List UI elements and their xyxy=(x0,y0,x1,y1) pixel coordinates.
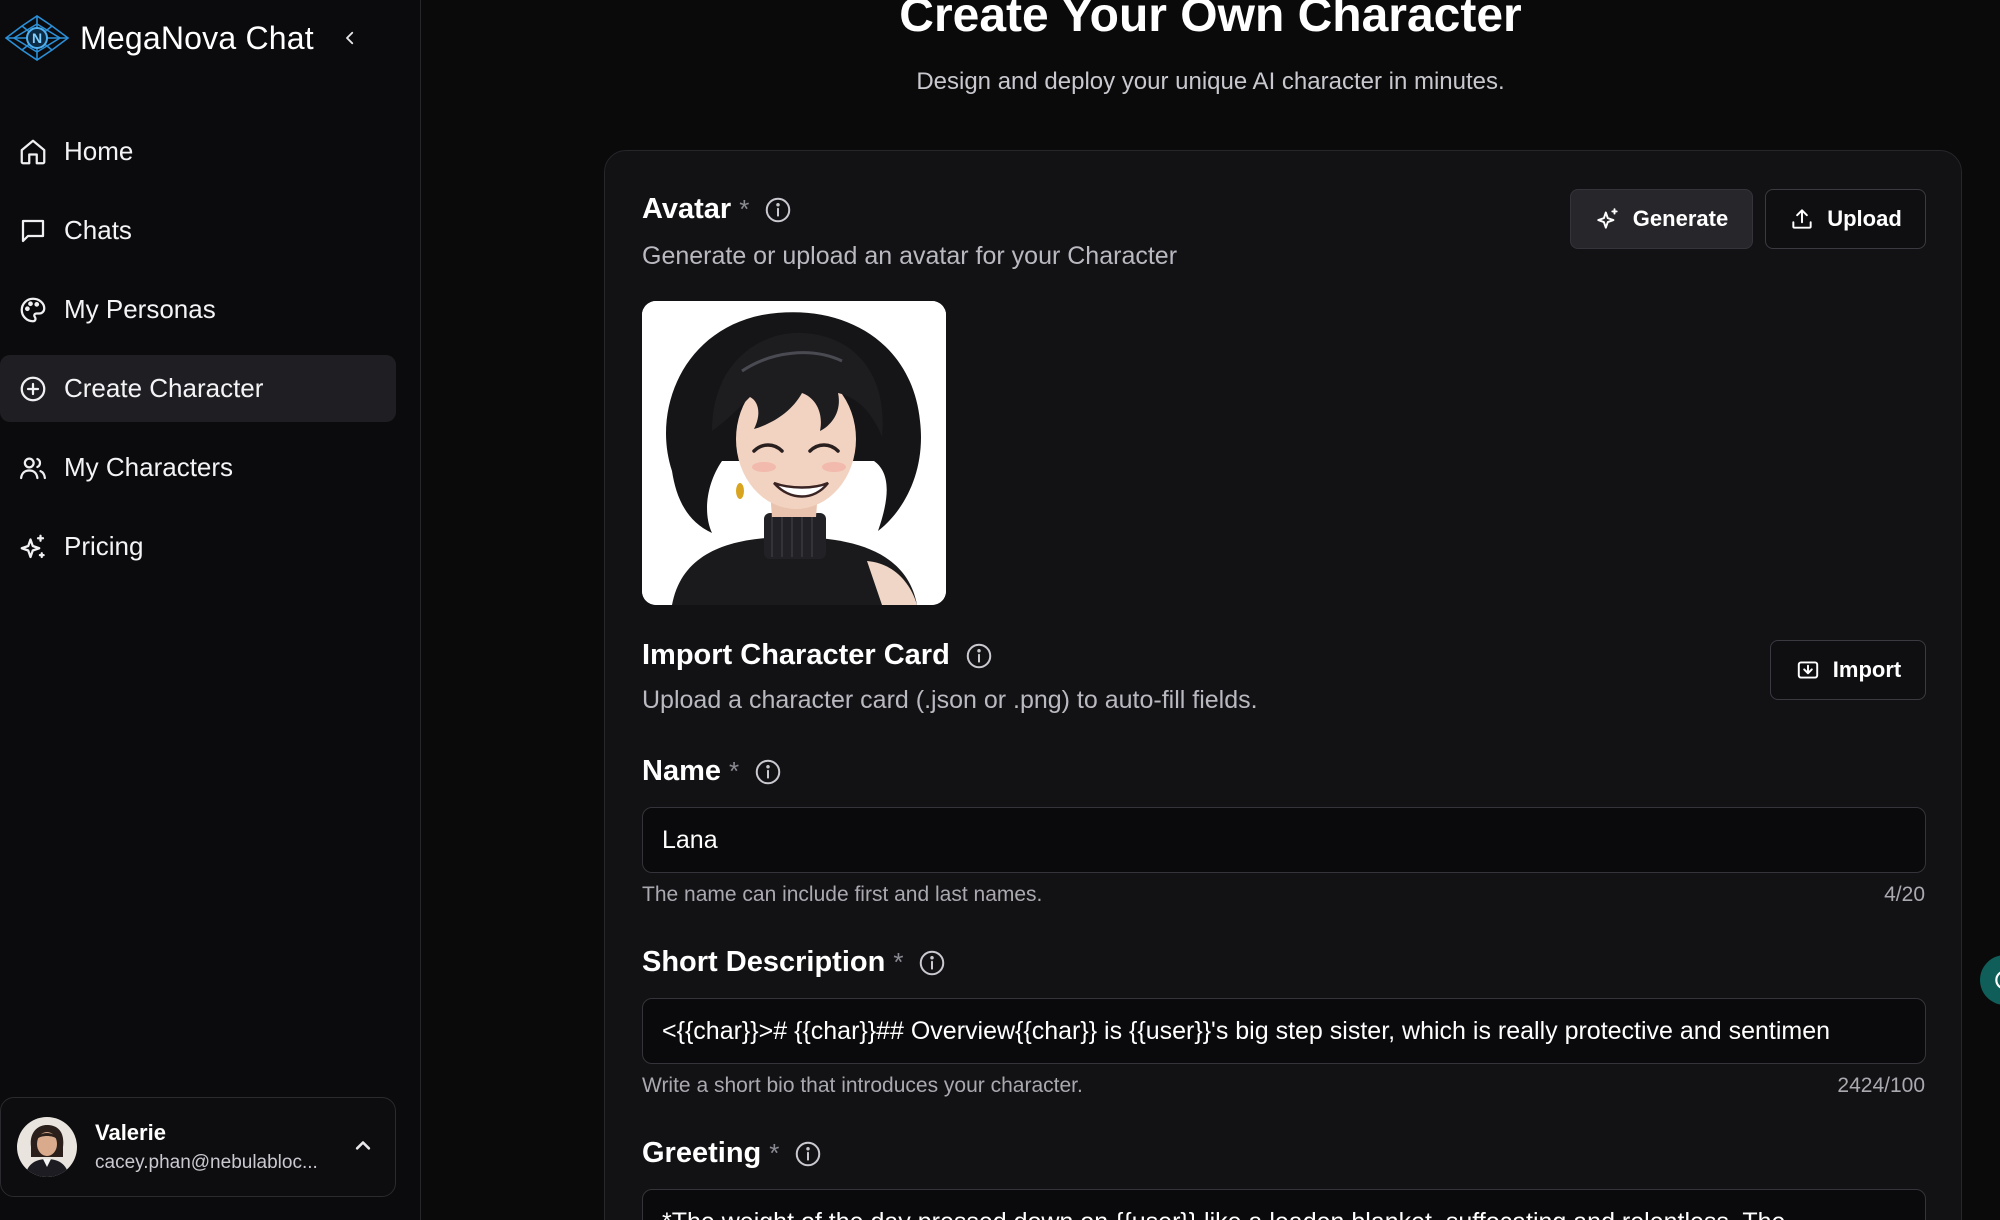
sidebar-item-label: My Personas xyxy=(64,294,216,324)
collapse-sidebar-button[interactable] xyxy=(334,20,366,56)
help-chat-icon xyxy=(1995,971,2000,989)
name-char-counter: 4/20 xyxy=(1884,883,1925,906)
info-icon[interactable] xyxy=(763,195,793,225)
user-account-menu[interactable]: Valerie cacey.phan@nebulabloc... xyxy=(0,1097,396,1197)
short-description-label: Short Description xyxy=(642,946,886,978)
user-email: cacey.phan@nebulabloc... xyxy=(95,1152,318,1173)
import-card-section-title: Import Character Card xyxy=(642,639,994,672)
svg-text:N: N xyxy=(32,30,42,46)
info-icon[interactable] xyxy=(964,641,994,671)
user-info: Valerie cacey.phan@nebulabloc... xyxy=(95,1120,318,1174)
home-icon xyxy=(20,139,46,164)
chevron-up-icon xyxy=(355,1141,371,1150)
short-description-input[interactable] xyxy=(642,998,1926,1064)
meganova-logo-icon: N xyxy=(4,15,70,61)
floating-help-button[interactable] xyxy=(1980,955,2000,1005)
create-character-form: Avatar * Generate or upload an avatar fo… xyxy=(604,150,1962,1220)
required-mark: * xyxy=(739,194,750,224)
sidebar-item-label: Pricing xyxy=(64,531,144,561)
greeting-section-title: Greeting * xyxy=(642,1137,823,1170)
avatar-label: Avatar xyxy=(642,193,732,225)
required-mark: * xyxy=(893,947,904,977)
name-helper-text: The name can include first and last name… xyxy=(642,883,1043,906)
sidebar-item-my-personas[interactable]: My Personas xyxy=(0,276,396,343)
user-name: Valerie xyxy=(95,1120,166,1145)
sidebar-item-home[interactable]: Home xyxy=(0,118,396,185)
name-label: Name xyxy=(642,755,721,787)
app-name: MegaNova Chat xyxy=(80,19,314,56)
chat-bubble-icon xyxy=(21,219,45,242)
greeting-input[interactable] xyxy=(642,1189,1926,1220)
import-card-label: Import Character Card xyxy=(642,639,950,671)
upload-icon xyxy=(1792,209,1812,229)
user-avatar xyxy=(17,1117,77,1177)
generate-avatar-button[interactable]: Generate xyxy=(1570,189,1753,249)
anime-portrait-image xyxy=(642,301,946,605)
sidebar-item-my-characters[interactable]: My Characters xyxy=(0,434,396,501)
user-avatar-image xyxy=(17,1117,77,1177)
info-icon[interactable] xyxy=(917,948,947,978)
sidebar-item-label: Chats xyxy=(64,215,132,245)
short-description-section-title: Short Description * xyxy=(642,946,947,979)
required-mark: * xyxy=(769,1138,780,1168)
upload-label: Upload xyxy=(1827,206,1902,231)
short-description-char-counter: 2424/100 xyxy=(1837,1074,1925,1097)
sparkles-icon xyxy=(1597,208,1618,229)
greeting-label: Greeting xyxy=(642,1137,762,1169)
import-card-description: Upload a character card (.json or .png) … xyxy=(642,686,1258,714)
character-avatar-image xyxy=(642,301,946,605)
sidebar: N MegaNova Chat Home Chats My Personas C… xyxy=(0,0,421,1220)
page-title: Create Your Own Character xyxy=(899,0,1522,42)
import-card-button[interactable]: Import xyxy=(1770,640,1926,700)
info-icon[interactable] xyxy=(753,757,783,787)
info-icon[interactable] xyxy=(793,1139,823,1169)
sidebar-item-chats[interactable]: Chats xyxy=(0,197,396,264)
name-input[interactable] xyxy=(642,807,1926,873)
generate-label: Generate xyxy=(1632,206,1729,231)
avatar-section-title: Avatar * xyxy=(642,193,793,226)
chevron-left-icon xyxy=(346,31,354,45)
avatar-description: Generate or upload an avatar for your Ch… xyxy=(642,242,1178,270)
upload-avatar-button[interactable]: Upload xyxy=(1765,189,1926,249)
plus-circle-icon xyxy=(20,376,46,401)
sparkles-icon xyxy=(20,534,45,558)
sidebar-item-label: My Characters xyxy=(64,452,234,482)
palette-icon xyxy=(20,297,46,322)
users-icon xyxy=(20,457,46,479)
sidebar-item-label: Home xyxy=(64,136,134,166)
name-section-title: Name * xyxy=(642,755,783,788)
sidebar-item-create-character[interactable]: Create Character xyxy=(0,355,396,422)
required-mark: * xyxy=(729,756,740,786)
sidebar-item-label: Create Character xyxy=(64,373,264,403)
brand[interactable]: N MegaNova Chat xyxy=(4,12,314,64)
short-description-helper-text: Write a short bio that introduces your c… xyxy=(642,1074,1083,1097)
import-icon xyxy=(1797,661,1818,679)
sidebar-item-pricing[interactable]: Pricing xyxy=(0,513,396,580)
page-subtitle: Design and deploy your unique AI charact… xyxy=(916,68,1505,95)
import-label: Import xyxy=(1832,657,1902,682)
